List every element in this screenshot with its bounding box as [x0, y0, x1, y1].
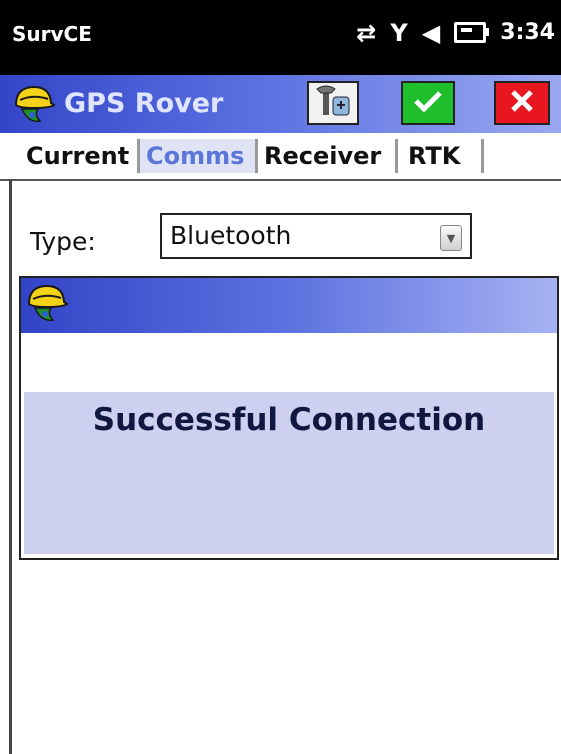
status-app-name: SurvCE: [12, 22, 92, 46]
window-title: GPS Rover: [64, 88, 224, 119]
cancel-button[interactable]: [494, 81, 550, 125]
volume-icon[interactable]: ◀︎: [422, 21, 440, 45]
signal-antenna-icon[interactable]: Y: [390, 21, 407, 45]
title-bar: GPS Rover: [0, 75, 561, 133]
ok-button[interactable]: [401, 81, 455, 125]
tab-receiver[interactable]: Receiver: [258, 139, 398, 173]
type-select[interactable]: Bluetooth ▼: [160, 213, 472, 259]
tab-rtk[interactable]: RTK: [402, 139, 484, 173]
configure-button[interactable]: [307, 81, 359, 125]
status-bar: SurvCE ⇄ Y ◀︎ 3:34: [0, 0, 561, 75]
connection-dialog: Successful Connection: [19, 276, 559, 560]
type-select-value: Bluetooth: [170, 221, 292, 250]
tab-bar: Current Comms Receiver RTK: [0, 133, 561, 181]
tab-current[interactable]: Current: [20, 139, 140, 173]
battery-icon[interactable]: [454, 22, 490, 43]
surveyor-helmet-logo-icon: [23, 280, 69, 330]
chevron-down-icon[interactable]: ▼: [440, 225, 462, 251]
sync-arrows-icon[interactable]: ⇄: [356, 21, 376, 45]
close-icon: [509, 88, 535, 118]
dialog-header: [21, 278, 557, 333]
checkmark-icon: [413, 89, 443, 117]
status-icons: ⇄ Y ◀︎ 3:34: [356, 20, 555, 45]
type-label: Type:: [30, 227, 96, 256]
tab-comms[interactable]: Comms: [140, 139, 258, 173]
dialog-body: Successful Connection: [24, 392, 554, 554]
gps-receiver-config-icon: [313, 83, 353, 123]
status-time: 3:34: [500, 20, 555, 45]
surveyor-helmet-logo-icon: [10, 81, 56, 131]
dialog-message: Successful Connection: [92, 402, 486, 438]
panel-left-border: [9, 179, 12, 754]
